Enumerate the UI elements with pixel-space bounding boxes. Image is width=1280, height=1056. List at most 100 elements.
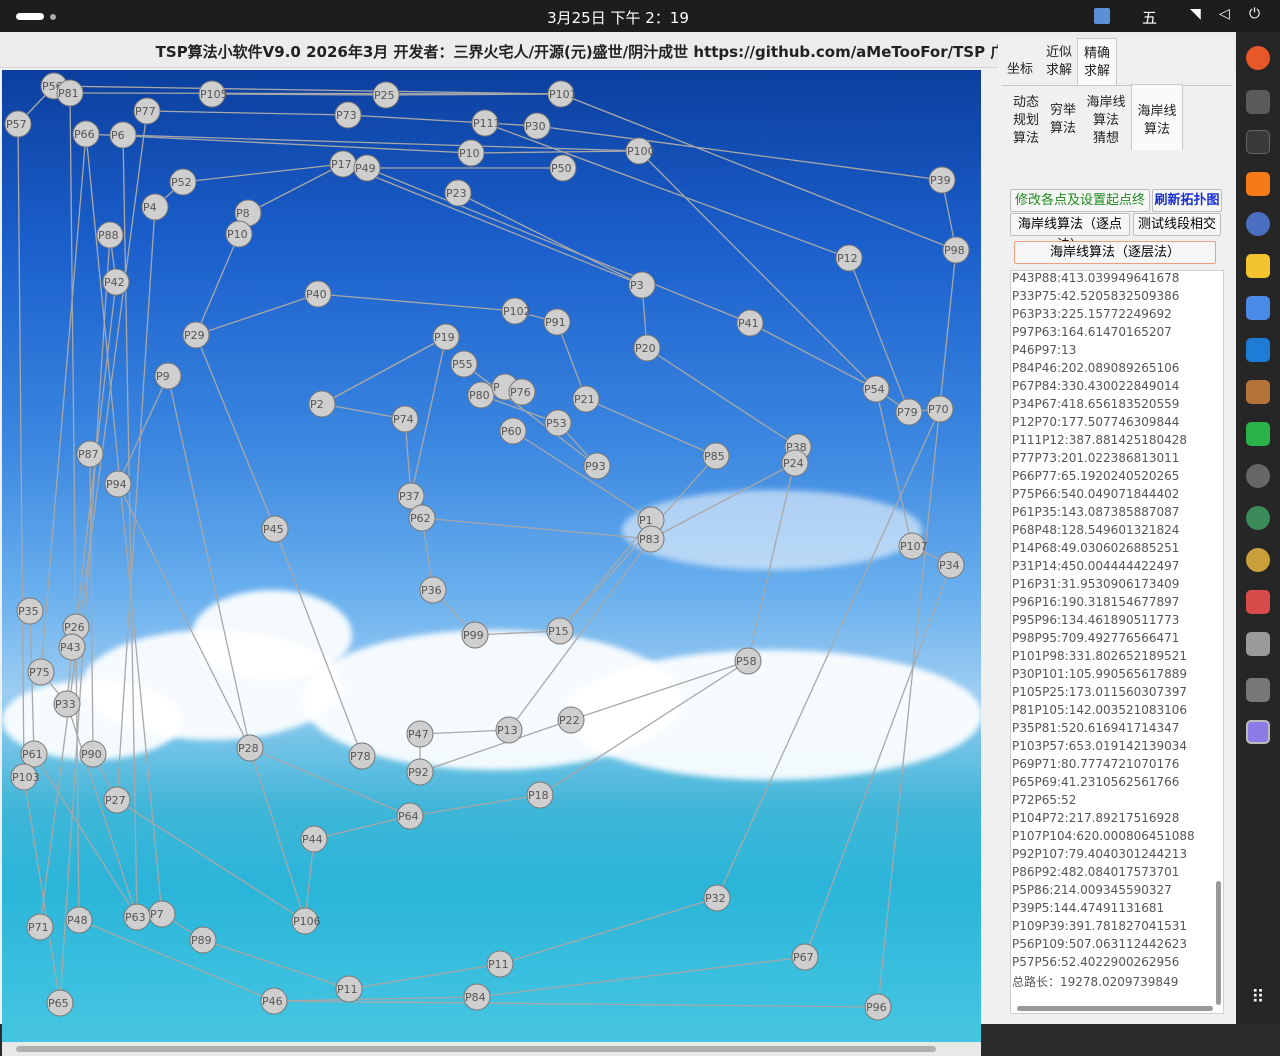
city-node[interactable]: P60 (499, 417, 527, 445)
city-node[interactable]: P105 (198, 80, 228, 108)
city-node[interactable]: P22 (557, 706, 585, 734)
city-node[interactable]: P11 (335, 975, 363, 1003)
files-icon[interactable] (1246, 90, 1270, 114)
city-node[interactable]: P17 (329, 150, 357, 178)
input-method-label[interactable]: 五 (1142, 7, 1157, 28)
city-node[interactable]: P53 (544, 409, 572, 437)
city-node[interactable]: P87 (76, 440, 104, 468)
city-node[interactable]: P34 (937, 551, 965, 579)
city-node[interactable]: P106 (291, 907, 321, 935)
city-node[interactable]: P81 (56, 79, 84, 107)
city-node[interactable]: P77 (133, 97, 161, 125)
city-node[interactable]: P101 (547, 80, 577, 108)
city-node[interactable]: P107 (898, 532, 928, 560)
city-node[interactable]: P74 (391, 405, 419, 433)
volume-icon[interactable]: ◁ (1219, 6, 1230, 22)
city-node[interactable]: P78 (348, 742, 376, 770)
city-node[interactable]: P63 (123, 903, 151, 931)
chat-icon[interactable] (1246, 464, 1270, 488)
city-node[interactable]: P40 (304, 280, 332, 308)
topology-canvas[interactable]: P56 P81 P105 P25 P101 P57 P77 P73 P111 P30 P66 P6 P1… (2, 70, 981, 1042)
store-icon[interactable] (1246, 590, 1270, 614)
vscode-icon[interactable] (1246, 338, 1270, 362)
city-node[interactable]: P32 (703, 884, 731, 912)
city-node[interactable]: P33 (53, 690, 81, 718)
city-node[interactable]: P20 (633, 334, 661, 362)
city-node[interactable]: P100 (625, 137, 655, 165)
city-node[interactable]: P67 (791, 943, 819, 971)
city-node[interactable]: P35 (16, 597, 44, 625)
city-node[interactable]: P24 (781, 449, 809, 477)
city-node[interactable]: P94 (104, 470, 132, 498)
tab-dp[interactable]: 动态 规划 算法 (1010, 94, 1042, 150)
city-node[interactable]: P96 (864, 993, 892, 1021)
city-node[interactable]: P39 (928, 166, 956, 194)
city-node[interactable]: P42 (102, 268, 130, 296)
ssd-icon[interactable] (1246, 678, 1270, 702)
city-node[interactable]: P88 (96, 221, 124, 249)
paint-icon[interactable] (1246, 380, 1270, 404)
modify-points-button[interactable]: 修改各点及设置起点终点 (1010, 189, 1150, 229)
active-app-icon[interactable] (1246, 720, 1270, 744)
tab-coords[interactable]: 坐标 (1004, 50, 1036, 90)
city-node[interactable]: P75 (27, 658, 55, 686)
city-node[interactable]: P54 (862, 375, 890, 403)
tab-coastline-conjecture[interactable]: 海岸线 算法 猜想 (1086, 94, 1126, 150)
tab-approx[interactable]: 近似 求解 (1042, 44, 1076, 84)
city-node[interactable]: P92 (406, 758, 434, 786)
city-node[interactable]: P62 (408, 504, 436, 532)
city-node[interactable]: P11 (486, 950, 514, 978)
city-node[interactable]: P23 (444, 179, 472, 207)
list-horizontal-scrollbar[interactable] (1017, 1006, 1213, 1011)
city-node[interactable]: P79 (895, 398, 923, 426)
wechat-icon[interactable] (1246, 422, 1270, 446)
city-node[interactable]: P10 (225, 220, 253, 248)
city-node[interactable]: P3 (628, 271, 656, 299)
city-node[interactable]: P29 (182, 321, 210, 349)
city-node[interactable]: P10 (457, 139, 485, 167)
city-node[interactable]: P7 (148, 900, 176, 928)
test-intersection-button[interactable]: 测试线段相交 (1133, 213, 1221, 236)
city-node[interactable]: P71 (26, 913, 54, 941)
city-node[interactable]: P6 (109, 121, 137, 149)
tab-exact[interactable]: 精确 求解 (1077, 38, 1117, 86)
city-node[interactable]: P2 (308, 390, 336, 418)
city-node[interactable]: P89 (189, 926, 217, 954)
city-node[interactable]: P58 (734, 647, 762, 675)
city-node[interactable]: P80 (467, 381, 495, 409)
city-node[interactable]: P98 (942, 236, 970, 264)
city-node[interactable]: P85 (702, 442, 730, 470)
coastline-point-button[interactable]: 海岸线算法（逐点法） (1010, 213, 1130, 253)
app-grid-icon[interactable]: ⠿ (1246, 986, 1270, 1010)
coastline-layer-button[interactable]: 海岸线算法（逐层法） (1014, 241, 1216, 264)
city-node[interactable]: P66 (72, 120, 100, 148)
city-node[interactable]: P99 (461, 621, 489, 649)
notes-icon[interactable] (1246, 254, 1270, 278)
canvas-horizontal-scrollbar[interactable] (2, 1042, 981, 1056)
refresh-topology-button[interactable]: 刷新拓扑图 (1152, 189, 1222, 212)
city-node[interactable]: P83 (637, 525, 665, 553)
result-list[interactable]: P43P88:413.039949641678 P33P75:42.5205832… (1010, 270, 1224, 1014)
city-node[interactable]: P27 (103, 786, 131, 814)
settings-icon[interactable] (1246, 212, 1270, 236)
city-node[interactable]: P4 (141, 193, 169, 221)
city-node[interactable]: P93 (583, 452, 611, 480)
terminal-icon[interactable] (1246, 130, 1270, 154)
city-node[interactable]: P41 (736, 309, 764, 337)
database-icon[interactable] (1246, 632, 1270, 656)
list-vertical-scrollbar[interactable] (1216, 881, 1221, 1005)
city-node[interactable]: P47 (406, 720, 434, 748)
city-node[interactable]: P84 (463, 983, 491, 1011)
city-node[interactable]: P52 (169, 168, 197, 196)
city-node[interactable]: P46 (260, 987, 288, 1015)
music-icon[interactable] (1246, 548, 1270, 572)
city-node[interactable]: P90 (79, 740, 107, 768)
tab-brute-force[interactable]: 穷举 算法 (1048, 102, 1078, 142)
text-editor-icon[interactable] (1246, 296, 1270, 320)
city-node[interactable]: P73 (334, 101, 362, 129)
clock[interactable]: 3月25日 下午 2：19 (0, 7, 1236, 28)
city-node[interactable]: P57 (4, 110, 32, 138)
city-node[interactable]: P65 (46, 989, 74, 1017)
city-node[interactable]: P61 (20, 740, 48, 768)
city-node[interactable]: P45 (261, 515, 289, 543)
